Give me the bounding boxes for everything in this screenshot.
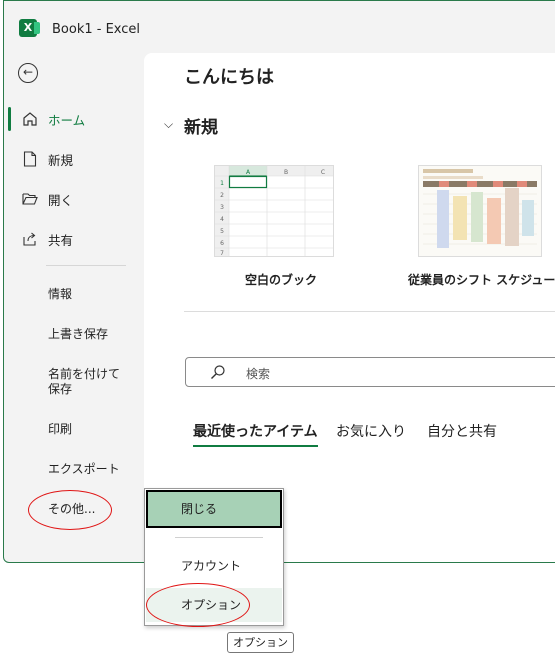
template-label[interactable]: 従業員のシフト スケジュール — [408, 271, 555, 288]
menu-separator — [175, 537, 263, 538]
share-icon — [21, 230, 39, 248]
search-input[interactable]: 検索 — [185, 357, 555, 387]
annotation-ellipse — [146, 583, 250, 627]
sidebar-item-label: 新規 — [48, 152, 74, 168]
excel-window: X Book1 - Excel ← ホーム 新規 開く 共有 情報 上書き保存 … — [3, 0, 555, 563]
options-tooltip: オプション — [227, 632, 294, 653]
back-button[interactable]: ← — [18, 63, 38, 83]
menu-item-account[interactable]: アカウント — [146, 549, 282, 583]
row-header: 5 — [220, 228, 224, 235]
search-icon — [211, 365, 225, 379]
sidebar-item-open[interactable]: 開く — [4, 183, 139, 215]
row-header: 1 — [220, 180, 224, 187]
chevron-down-icon[interactable]: ⌵ — [164, 117, 173, 132]
row-header: 3 — [220, 204, 224, 211]
annotation-ellipse — [28, 490, 112, 530]
new-section-title: 新規 — [184, 118, 218, 138]
home-icon — [21, 110, 39, 128]
column-header: B — [284, 169, 288, 176]
tab-favorites[interactable]: お気に入り — [336, 421, 406, 441]
tab-recent[interactable]: 最近使ったアイテム — [193, 421, 318, 447]
new-document-icon — [21, 150, 39, 168]
row-header: 6 — [220, 240, 224, 247]
row-header: 7 — [220, 250, 224, 256]
sidebar-item-save[interactable]: 上書き保存 — [48, 327, 138, 342]
sidebar-divider — [46, 265, 126, 266]
sidebar-item-info[interactable]: 情報 — [48, 287, 138, 302]
row-header: 2 — [220, 192, 224, 199]
sidebar-item-label: ホーム — [48, 112, 86, 128]
shift-schedule-preview — [419, 166, 541, 256]
blank-sheet-preview: A B C 1 2 3 4 5 6 7 — [215, 166, 333, 256]
window-title: Book1 - Excel — [52, 22, 141, 37]
section-divider — [184, 311, 555, 312]
sidebar-item-home[interactable]: ホーム — [4, 103, 139, 135]
greeting-heading: こんにちは — [184, 67, 274, 88]
menu-item-close[interactable]: 閉じる — [146, 490, 282, 528]
row-header: 4 — [220, 216, 224, 223]
search-placeholder: 検索 — [246, 367, 271, 381]
home-panel: こんにちは ⌵ 新規 A B C 1 2 3 4 5 6 7 空白のブック 従業… — [144, 53, 555, 562]
blank-workbook-template[interactable]: A B C 1 2 3 4 5 6 7 — [214, 165, 334, 257]
sidebar-item-share[interactable]: 共有 — [4, 223, 139, 255]
sidebar-item-label: 共有 — [48, 232, 74, 248]
template-label[interactable]: 空白のブック — [245, 271, 317, 288]
sidebar-item-new[interactable]: 新規 — [4, 143, 139, 175]
sidebar-item-export[interactable]: エクスポート — [48, 462, 138, 477]
shift-schedule-template[interactable] — [418, 165, 542, 257]
title-bar: X Book1 - Excel — [4, 1, 555, 53]
sidebar-item-save-as[interactable]: 名前を付けて保存 — [48, 367, 130, 397]
back-arrow-icon: ← — [22, 65, 34, 79]
column-header: C — [321, 169, 325, 176]
folder-open-icon — [21, 190, 39, 208]
excel-logo-icon: X — [19, 19, 40, 37]
tab-shared[interactable]: 自分と共有 — [427, 421, 497, 441]
sidebar-item-print[interactable]: 印刷 — [48, 422, 138, 437]
sidebar-item-label: 開く — [48, 192, 74, 208]
